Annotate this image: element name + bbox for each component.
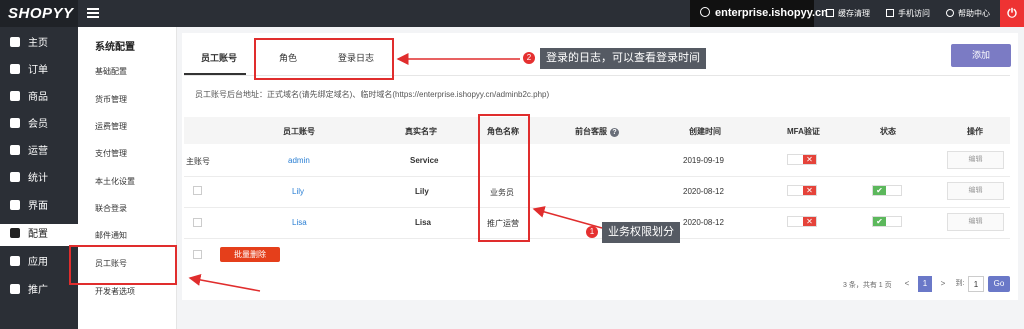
page-1-button[interactable]: 1 [918,276,932,292]
edit-button[interactable]: 编辑 [947,182,1004,200]
th-frontend-service: 前台客服? [575,126,619,137]
th-mfa: MFA验证 [787,127,820,136]
tab-staff-accounts[interactable]: 员工账号 [201,51,237,64]
sub-item-shipping[interactable]: 运费管理 [95,121,127,132]
sub-item-currency[interactable]: 货币管理 [95,94,127,105]
next-page-button[interactable]: > [938,276,948,292]
globe-icon [700,7,710,17]
nav-operations[interactable]: 运营 [0,141,78,163]
sub-item-payment[interactable]: 支付管理 [95,148,127,159]
real-name: Lisa [415,218,432,227]
qrcode-icon [886,9,894,17]
th-actions: 操作 [967,127,983,136]
sub-item-developer[interactable]: 开发者选项 [95,286,135,297]
account-link[interactable]: Lisa [292,218,307,227]
monitor-icon [10,200,20,210]
row-checkbox[interactable] [193,218,202,227]
sub-item-localization[interactable]: 本土化设置 [95,176,135,187]
order-icon [10,64,20,74]
created-date: 2019-09-19 [683,156,724,165]
nav-promotion[interactable]: 推广 [0,280,78,302]
th-status: 状态 [880,127,896,136]
th-account: 员工账号 [283,127,315,136]
check-icon: ✔ [873,186,886,195]
home-icon [10,37,20,47]
th-created: 创建时间 [689,127,721,136]
close-icon: ✕ [803,186,816,195]
status-toggle[interactable]: ✔ [872,216,902,227]
created-date: 2020-08-12 [683,187,724,196]
help-icon [946,9,954,17]
nav-members[interactable]: 会员 [0,114,78,136]
cache-clear-link[interactable]: 缓存清理 [826,0,870,27]
th-real-name: 真实名字 [405,127,437,136]
mfa-toggle[interactable]: ✕ [787,216,817,227]
gear-icon [10,228,20,238]
sub-item-email[interactable]: 邮件通知 [95,230,127,241]
account-link[interactable]: admin [288,156,310,165]
account-link[interactable]: Lily [292,187,304,196]
check-icon: ✔ [873,217,886,226]
nav-products[interactable]: 商品 [0,87,78,109]
annotation-box-staff [69,245,177,285]
nav-statistics[interactable]: 统计 [0,168,78,190]
goto-page-input[interactable]: 1 [968,276,984,292]
nav-home[interactable]: 主页 [0,33,78,55]
sub-item-oauth[interactable]: 联合登录 [95,203,127,214]
goto-label: 到: [955,280,965,287]
edit-button[interactable]: 编辑 [947,213,1004,231]
menu-toggle-icon[interactable] [87,6,99,20]
bulk-delete-button[interactable]: 批量删除 [220,247,280,262]
mfa-toggle[interactable]: ✕ [787,185,817,196]
go-button[interactable]: Go [988,276,1010,292]
nav-interface[interactable]: 界面 [0,196,78,218]
mobile-access-link[interactable]: 手机访问 [886,0,930,27]
send-icon [10,284,20,294]
row-checkbox[interactable] [193,186,202,195]
close-icon: ✕ [803,155,816,164]
real-name: Lily [415,187,429,196]
logo[interactable]: SHOPYY [0,0,78,27]
power-icon[interactable]: ⏻ [1000,0,1024,27]
edit-button[interactable]: 编辑 [947,151,1004,169]
mfa-toggle[interactable]: ✕ [787,154,817,165]
sub-sidebar-title: 系统配置 [95,42,135,53]
help-icon[interactable]: ? [610,128,619,137]
row-prefix: 主账号 [186,157,210,166]
nav-settings[interactable]: 配置 [0,224,78,246]
help-center-link[interactable]: 帮助中心 [946,0,990,27]
annotation-badge-1: 1 [586,226,598,238]
annotation-callout-permissions: 业务权限划分 [602,222,680,243]
puzzle-icon [10,256,20,266]
box-icon [10,91,20,101]
megaphone-icon [10,145,20,155]
nav-orders[interactable]: 订单 [0,60,78,82]
prev-page-button[interactable]: < [902,276,912,292]
annotation-box-role [478,114,530,242]
row-divider [184,176,1010,177]
row-divider [184,238,1010,239]
annotation-badge-2: 2 [523,52,535,64]
domain-link[interactable]: enterprise.ishopyy.cn [690,0,828,27]
top-bar [0,0,1024,27]
row-divider [184,207,1010,208]
add-button[interactable]: 添加 [951,44,1011,67]
sub-item-basic[interactable]: 基础配置 [95,66,127,77]
annotation-callout-login-log: 登录的日志，可以查看登录时间 [540,48,706,69]
real-name: Service [410,156,439,165]
close-icon: ✕ [803,217,816,226]
user-icon [10,118,20,128]
status-toggle[interactable]: ✔ [872,185,902,196]
pagination-summary: 3 条，共有 1 页 [843,282,892,289]
backend-address-text: 员工账号后台地址：正式域名(请先绑定域名)、临时域名(https://enter… [195,90,550,99]
nav-apps[interactable]: 应用 [0,252,78,274]
bar-chart-icon [10,172,20,182]
select-all-checkbox[interactable] [193,250,202,259]
trash-icon [826,9,834,17]
created-date: 2020-08-12 [683,218,724,227]
annotation-box-tabs [254,38,394,80]
